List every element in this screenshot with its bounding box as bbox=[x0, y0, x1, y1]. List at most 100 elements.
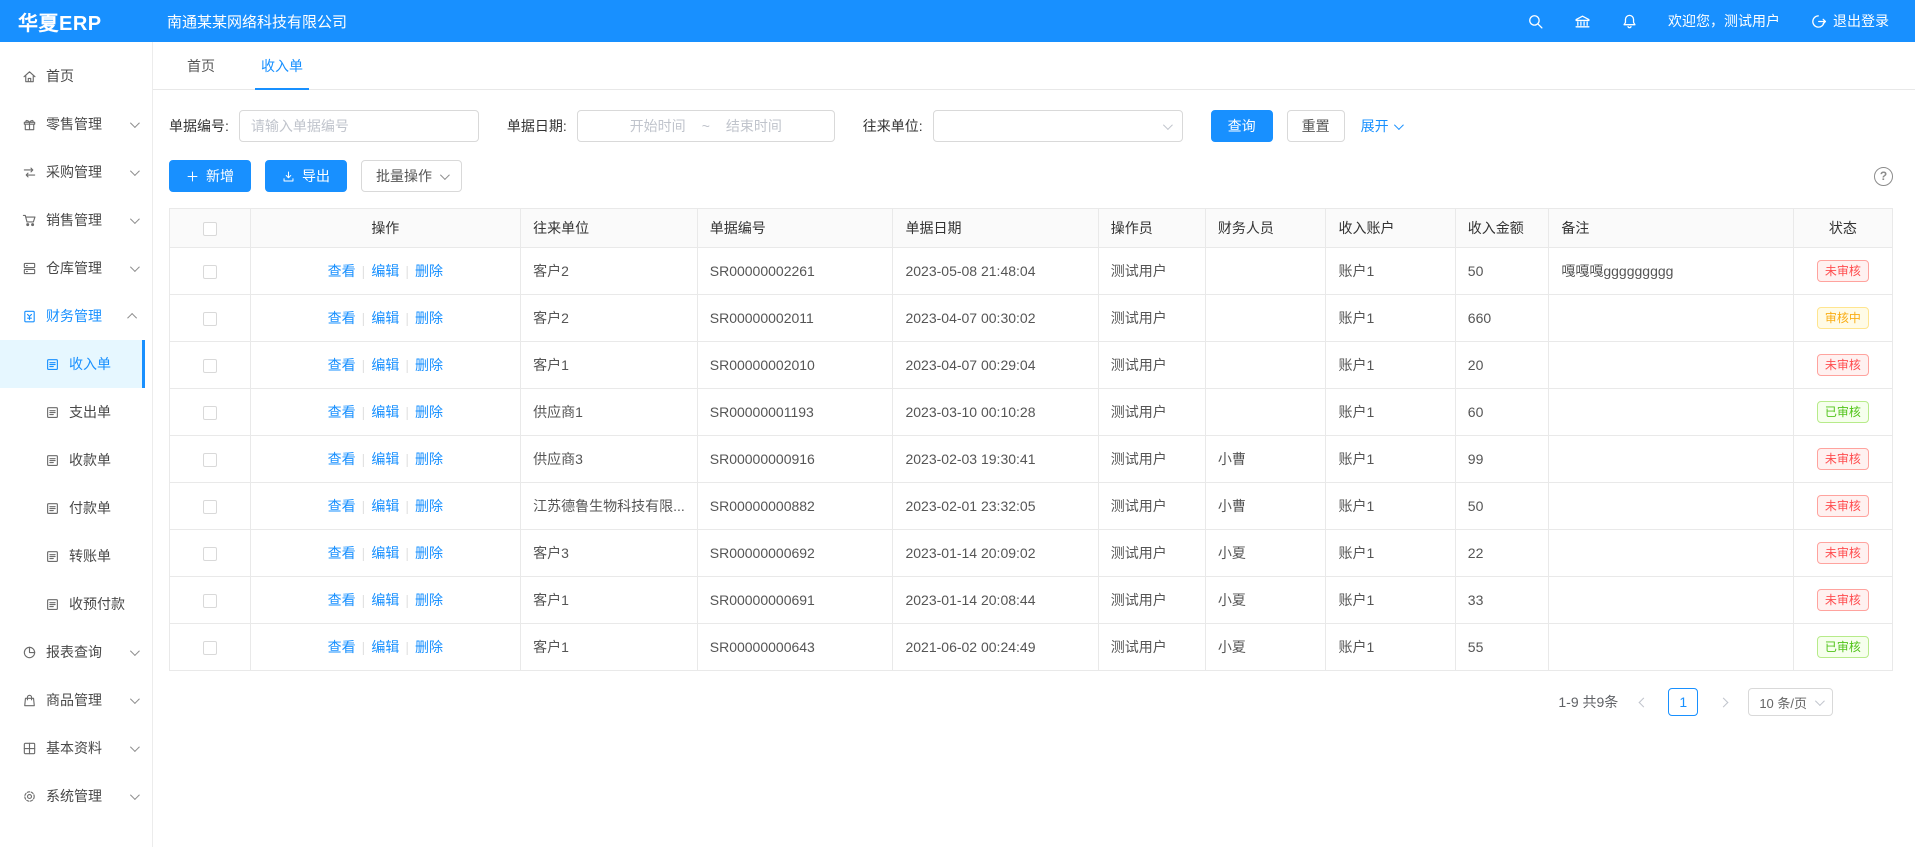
home-icon bbox=[22, 69, 37, 84]
op-link-0[interactable]: 查看 bbox=[328, 404, 356, 420]
column-header-7: 收入金额 bbox=[1455, 209, 1549, 248]
chevron-down-icon bbox=[130, 166, 140, 176]
row-checkbox[interactable] bbox=[203, 547, 217, 561]
sidebar-item-9[interactable]: 系统管理 bbox=[0, 772, 145, 820]
sidebar-subitem-5-3[interactable]: 付款单 bbox=[0, 484, 145, 532]
op-link-1[interactable]: 编辑 bbox=[371, 357, 399, 373]
op-link-2[interactable]: 删除 bbox=[415, 263, 443, 279]
op-link-0[interactable]: 查看 bbox=[328, 639, 356, 655]
sidebar-subitem-5-0[interactable]: 收入单 bbox=[0, 340, 145, 388]
op-link-0[interactable]: 查看 bbox=[328, 357, 356, 373]
sidebar-subitem-label: 收入单 bbox=[69, 354, 111, 374]
op-link-1[interactable]: 编辑 bbox=[371, 498, 399, 514]
op-link-2[interactable]: 删除 bbox=[415, 639, 443, 655]
op-link-2[interactable]: 删除 bbox=[415, 404, 443, 420]
op-link-0[interactable]: 查看 bbox=[328, 498, 356, 514]
op-separator: | bbox=[362, 639, 366, 655]
sidebar-item-0[interactable]: 首页 bbox=[0, 52, 145, 100]
sidebar-item-4[interactable]: 仓库管理 bbox=[0, 244, 145, 292]
search-button[interactable]: 查询 bbox=[1211, 110, 1273, 142]
tab-1[interactable]: 收入单 bbox=[245, 42, 319, 89]
row-checkbox[interactable] bbox=[203, 265, 217, 279]
chevron-down-icon bbox=[130, 694, 140, 704]
sidebar-subitem-5-2[interactable]: 收款单 bbox=[0, 436, 145, 484]
sidebar-subitem-5-4[interactable]: 转账单 bbox=[0, 532, 145, 580]
op-link-1[interactable]: 编辑 bbox=[371, 310, 399, 326]
sidebar-item-label: 基本资料 bbox=[46, 738, 102, 758]
op-link-0[interactable]: 查看 bbox=[328, 592, 356, 608]
op-link-2[interactable]: 删除 bbox=[415, 545, 443, 561]
row-checkbox[interactable] bbox=[203, 594, 217, 608]
next-page-button[interactable] bbox=[1710, 688, 1736, 716]
op-link-1[interactable]: 编辑 bbox=[371, 639, 399, 655]
op-link-0[interactable]: 查看 bbox=[328, 263, 356, 279]
page-size-select[interactable]: 10 条/页 bbox=[1748, 688, 1833, 716]
sidebar-item-5[interactable]: 财务管理 bbox=[0, 292, 145, 340]
op-link-1[interactable]: 编辑 bbox=[371, 404, 399, 420]
sales-icon bbox=[22, 213, 37, 228]
sidebar-item-7[interactable]: 商品管理 bbox=[0, 676, 145, 724]
op-link-2[interactable]: 删除 bbox=[415, 592, 443, 608]
op-link-1[interactable]: 编辑 bbox=[371, 592, 399, 608]
date-range-picker[interactable]: 开始时间 ~ 结束时间 bbox=[577, 110, 835, 142]
row-checkbox[interactable] bbox=[203, 500, 217, 514]
help-icon[interactable]: ? bbox=[1874, 167, 1893, 186]
cell-operator: 测试用户 bbox=[1098, 483, 1205, 530]
date-start-placeholder: 开始时间 bbox=[630, 116, 686, 136]
bell-icon[interactable] bbox=[1621, 13, 1638, 30]
bill-date-label: 单据日期: bbox=[507, 116, 567, 136]
sidebar-subitem-5-1[interactable]: 支出单 bbox=[0, 388, 145, 436]
bank-icon[interactable] bbox=[1574, 13, 1591, 30]
search-icon[interactable] bbox=[1527, 13, 1544, 30]
cell-remark bbox=[1549, 530, 1793, 577]
table-row: 查看|编辑|删除客户3SR000000006922023-01-14 20:09… bbox=[170, 530, 1893, 577]
cell-date: 2023-04-07 00:30:02 bbox=[893, 295, 1098, 342]
status-badge: 审核中 bbox=[1817, 307, 1869, 329]
cell-bill-no: SR00000001193 bbox=[697, 389, 893, 436]
select-all-checkbox[interactable] bbox=[203, 222, 217, 236]
row-checkbox[interactable] bbox=[203, 359, 217, 373]
table-row: 查看|编辑|删除江苏德鲁生物科技有限...SR000000008822023-0… bbox=[170, 483, 1893, 530]
batch-actions-dropdown[interactable]: 批量操作 bbox=[361, 160, 462, 192]
sidebar-item-8[interactable]: 基本资料 bbox=[0, 724, 145, 772]
page-number-button[interactable]: 1 bbox=[1668, 688, 1698, 716]
cell-finance-staff: 小夏 bbox=[1205, 530, 1326, 577]
row-checkbox[interactable] bbox=[203, 641, 217, 655]
bill-no-input[interactable] bbox=[239, 110, 479, 142]
table-row: 查看|编辑|删除供应商3SR000000009162023-02-03 19:3… bbox=[170, 436, 1893, 483]
op-link-0[interactable]: 查看 bbox=[328, 451, 356, 467]
toolbar: 新增 导出 批量操作 ? bbox=[169, 160, 1893, 192]
logout-button[interactable]: 退出登录 bbox=[1810, 11, 1889, 31]
partner-select[interactable] bbox=[933, 110, 1183, 142]
reset-button[interactable]: 重置 bbox=[1287, 110, 1345, 142]
op-link-1[interactable]: 编辑 bbox=[371, 451, 399, 467]
expand-link[interactable]: 展开 bbox=[1361, 116, 1401, 136]
sidebar-item-6[interactable]: 报表查询 bbox=[0, 628, 145, 676]
plus-icon bbox=[186, 170, 199, 183]
op-link-1[interactable]: 编辑 bbox=[371, 545, 399, 561]
prev-page-button[interactable] bbox=[1630, 688, 1656, 716]
add-button[interactable]: 新增 bbox=[169, 160, 251, 192]
op-link-2[interactable]: 删除 bbox=[415, 357, 443, 373]
cell-date: 2021-06-02 00:24:49 bbox=[893, 624, 1098, 671]
op-link-2[interactable]: 删除 bbox=[415, 451, 443, 467]
row-checkbox[interactable] bbox=[203, 406, 217, 420]
op-link-0[interactable]: 查看 bbox=[328, 545, 356, 561]
op-link-2[interactable]: 删除 bbox=[415, 498, 443, 514]
op-link-0[interactable]: 查看 bbox=[328, 310, 356, 326]
sidebar-item-3[interactable]: 销售管理 bbox=[0, 196, 145, 244]
row-checkbox[interactable] bbox=[203, 453, 217, 467]
op-link-1[interactable]: 编辑 bbox=[371, 263, 399, 279]
op-separator: | bbox=[405, 498, 409, 514]
op-link-2[interactable]: 删除 bbox=[415, 310, 443, 326]
sidebar-item-2[interactable]: 采购管理 bbox=[0, 148, 145, 196]
sidebar-menu: 首页零售管理采购管理销售管理仓库管理财务管理收入单支出单收款单付款单转账单收预付… bbox=[0, 42, 153, 847]
sidebar-subitem-label: 付款单 bbox=[69, 498, 111, 518]
sidebar-subitem-5-5[interactable]: 收预付款 bbox=[0, 580, 145, 628]
row-checkbox[interactable] bbox=[203, 312, 217, 326]
doc-icon bbox=[45, 357, 60, 372]
export-button[interactable]: 导出 bbox=[265, 160, 347, 192]
cell-operator: 测试用户 bbox=[1098, 342, 1205, 389]
tab-0[interactable]: 首页 bbox=[171, 42, 231, 89]
sidebar-item-1[interactable]: 零售管理 bbox=[0, 100, 145, 148]
